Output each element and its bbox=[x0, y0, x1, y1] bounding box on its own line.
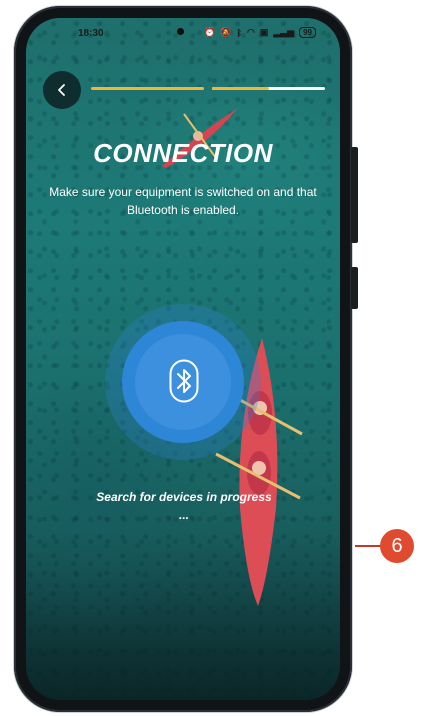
mute-icon: 🔕 bbox=[220, 27, 232, 37]
power-button bbox=[351, 267, 358, 309]
search-status-text: Search for devices in progress ... bbox=[96, 490, 272, 522]
data-icon: ▣ bbox=[259, 27, 269, 37]
progress-step-1 bbox=[91, 87, 204, 90]
progress-step-2-fill bbox=[212, 87, 269, 90]
front-camera bbox=[177, 28, 184, 35]
bluetooth-status-icon: ᛒ bbox=[236, 27, 242, 38]
chevron-left-icon bbox=[58, 84, 65, 96]
back-button[interactable] bbox=[43, 71, 81, 109]
signal-icon: ▂▃▅ bbox=[273, 27, 295, 37]
battery-indicator: 99 bbox=[299, 27, 316, 38]
status-icons: ⏰ 🔕 ᛒ ◠ ▣ ▂▃▅ 99 bbox=[204, 27, 316, 38]
status-time: 18:30 bbox=[78, 28, 104, 39]
volume-button bbox=[351, 147, 358, 243]
status-bar: 18:30 ⏰ 🔕 ᛒ ◠ ▣ ▂▃▅ 99 bbox=[26, 18, 340, 46]
wifi-icon: ◠ bbox=[246, 27, 255, 37]
page-subtitle: Make sure your equipment is switched on … bbox=[49, 185, 317, 217]
progress-step-2 bbox=[212, 87, 325, 90]
page-title: CONNECTION bbox=[93, 138, 273, 168]
app-screen: 18:30 ⏰ 🔕 ᛒ ◠ ▣ ▂▃▅ 99 CONNECTION Make s… bbox=[26, 18, 340, 700]
bluetooth-icon bbox=[169, 359, 199, 403]
alarm-icon: ⏰ bbox=[204, 27, 216, 37]
callout-badge: 6 bbox=[380, 529, 414, 563]
